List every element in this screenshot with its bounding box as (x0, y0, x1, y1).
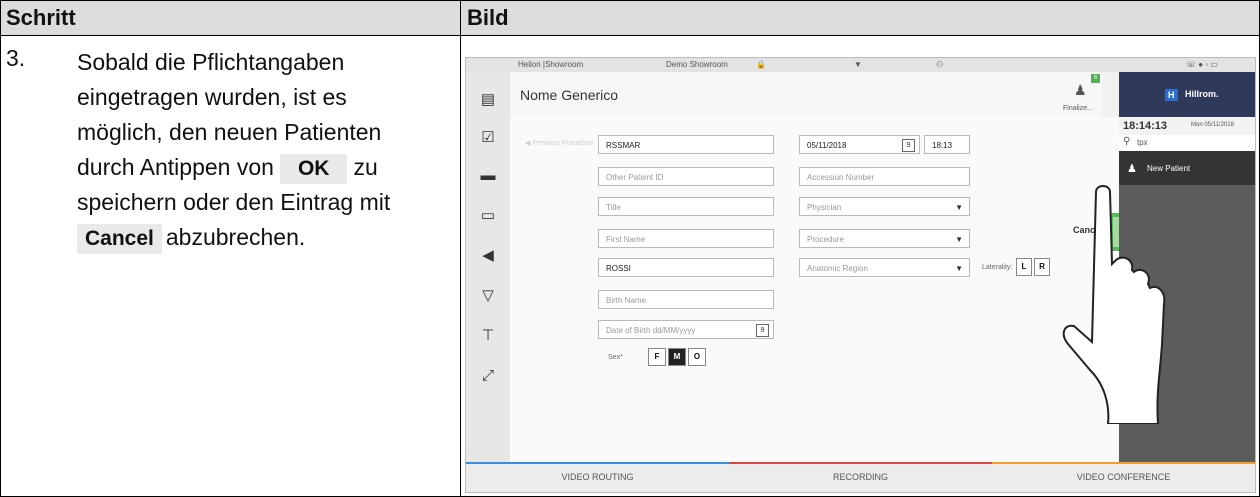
step-line-text: zu (353, 154, 378, 180)
column-divider (460, 1, 461, 496)
chevron-down-icon: ▼ (955, 235, 963, 244)
header-image: Bild (467, 5, 509, 30)
laterality-left-button[interactable]: L (1016, 258, 1032, 276)
tab-indicator (729, 462, 992, 464)
monitor-icon[interactable]: ▭ (478, 206, 498, 226)
other-patient-id-field[interactable]: Other Patient ID (598, 167, 774, 186)
table-icon[interactable]: ⊤ (478, 326, 498, 346)
brand-name: Hillrom. (1185, 89, 1219, 99)
procedure-select[interactable]: Procedure ▼ (799, 229, 970, 248)
site-label: Helion |Showroom (518, 60, 584, 69)
header-step: Schritt (6, 5, 76, 30)
top-bar: Helion |Showroom Demo Showroom 🔒 ▼ ⚇ ☏ ●… (466, 58, 1255, 72)
brand-logo: H (1165, 89, 1178, 101)
patient-card-icon[interactable]: ▤ (478, 90, 498, 110)
chevron-down-icon: ▼ (955, 264, 963, 273)
patient-id-field[interactable]: RSSMAR (598, 135, 774, 154)
step-line-cancel: Cancel abzubrechen. (77, 220, 457, 255)
sex-f-button[interactable]: F (648, 348, 666, 366)
sex-o-button[interactable]: O (688, 348, 706, 366)
lock-icon[interactable]: 🔒 (756, 60, 766, 69)
tab-indicator (992, 462, 1255, 464)
clock-time: 18:14:13 (1123, 120, 1168, 132)
checklist-icon[interactable]: ☑ (478, 128, 498, 148)
step-line-text: durch Antippen von (77, 154, 274, 180)
left-rail: ▤ ☑ ▬ ▭ ◀ ▽ ⊤ ⤢ (466, 72, 511, 462)
add-user-icon: ♟ (1127, 163, 1137, 175)
patient-title: Nome Generico (520, 87, 619, 103)
step-line: Sobald die Pflichtangaben (77, 49, 345, 75)
date-field[interactable]: 05/11/2018 9 (799, 135, 920, 154)
finalize-label: Finalize... (1063, 105, 1093, 112)
step-line: eingetragen wurden, ist es (77, 84, 347, 110)
search-input[interactable]: ⚲ tpx (1119, 135, 1255, 152)
tab-video-routing[interactable]: VIDEO ROUTING (466, 462, 729, 492)
tab-label: RECORDING (832, 472, 888, 482)
laterality-label: Laterality: (982, 264, 1013, 271)
clock-date: Mon 05/11/2018 (1191, 122, 1234, 128)
anatomic-region-value: Anatomic Region (807, 264, 868, 273)
procedure-value: Procedure (807, 235, 844, 244)
physician-select[interactable]: Physician ▼ (799, 197, 970, 216)
tab-label: VIDEO ROUTING (561, 472, 634, 482)
table-header (1, 1, 1259, 36)
speaker-icon[interactable]: ◀ (478, 246, 498, 266)
accession-field[interactable]: Accession Number (799, 167, 970, 186)
chevron-down-icon[interactable]: ▼ (854, 60, 862, 69)
step-line-text: abzubrechen. (165, 224, 306, 250)
search-icon: ⚲ (1123, 136, 1131, 147)
cancel-chip: Cancel (77, 224, 162, 254)
room-label: Demo Showroom (666, 60, 728, 69)
ok-chip: OK (279, 154, 348, 184)
calendar-icon[interactable]: 9 (756, 324, 769, 337)
finalize-badge: 6 (1091, 74, 1100, 83)
date-value: 05/11/2018 (807, 141, 847, 150)
user-check-icon: ♟ (1074, 82, 1087, 98)
time-field[interactable]: 18:13 (924, 135, 970, 154)
sex-m-button[interactable]: M (668, 348, 686, 366)
step-text: Sobald die Pflichtangaben eingetragen wu… (77, 45, 457, 255)
anatomic-region-select[interactable]: Anatomic Region ▼ (799, 258, 970, 277)
title-field[interactable]: Title (598, 197, 774, 216)
pointing-hand-icon (1062, 185, 1166, 424)
lamp-icon[interactable]: ▽ (478, 286, 498, 306)
app-screenshot: Helion |Showroom Demo Showroom 🔒 ▼ ⚇ ☏ ●… (465, 57, 1256, 493)
step-line: möglich, den neuen Patienten (77, 119, 382, 145)
bottom-tabs: VIDEO ROUTING RECORDING VIDEO CONFERENCE (466, 462, 1255, 492)
sex-label: Sex* (608, 354, 623, 361)
step-line: speichern oder den Eintrag mit (77, 189, 391, 215)
clock: 18:14:13 Mon 05/11/2018 (1119, 117, 1255, 135)
brand-header: H Hillrom. (1119, 72, 1255, 117)
new-patient-button[interactable]: ♟ New Patient (1119, 151, 1255, 185)
step-line-ok: durch Antippen von OK zu (77, 150, 457, 185)
tab-recording[interactable]: RECORDING (729, 462, 992, 492)
physician-value: Physician (807, 203, 842, 212)
last-name-field[interactable]: ROSSI (598, 258, 774, 277)
chevron-down-icon: ▼ (955, 203, 963, 212)
tab-indicator (466, 462, 729, 464)
expand-icon[interactable]: ⤢ (478, 366, 498, 386)
status-icons: ☏ ● ◦ ▭ (1186, 60, 1218, 69)
new-patient-label: New Patient (1147, 164, 1191, 173)
ghost-text: ◀ Previous Procedure (525, 140, 594, 147)
calendar-icon[interactable]: 9 (902, 139, 915, 152)
search-value: tpx (1137, 138, 1148, 147)
title-bar: Nome Generico (510, 72, 1060, 118)
tab-video-conference[interactable]: VIDEO CONFERENCE (992, 462, 1255, 492)
tab-label: VIDEO CONFERENCE (1076, 472, 1171, 482)
stack-icon[interactable]: ▬ (478, 166, 498, 186)
dob-field[interactable]: Date of Birth dd/MM/yyyy 9 (598, 320, 774, 339)
dob-placeholder: Date of Birth dd/MM/yyyy (606, 326, 696, 335)
birth-name-field[interactable]: Birth Name (598, 290, 774, 309)
finalize-button[interactable]: 6 ♟ Finalize... (1060, 72, 1102, 118)
step-number: 3. (6, 45, 26, 71)
first-name-field[interactable]: First Name (598, 229, 774, 248)
patient-form: ◀ Previous Procedure RSSMAR 05/11/2018 9 … (510, 117, 1155, 462)
network-icon[interactable]: ⚇ (936, 60, 943, 69)
